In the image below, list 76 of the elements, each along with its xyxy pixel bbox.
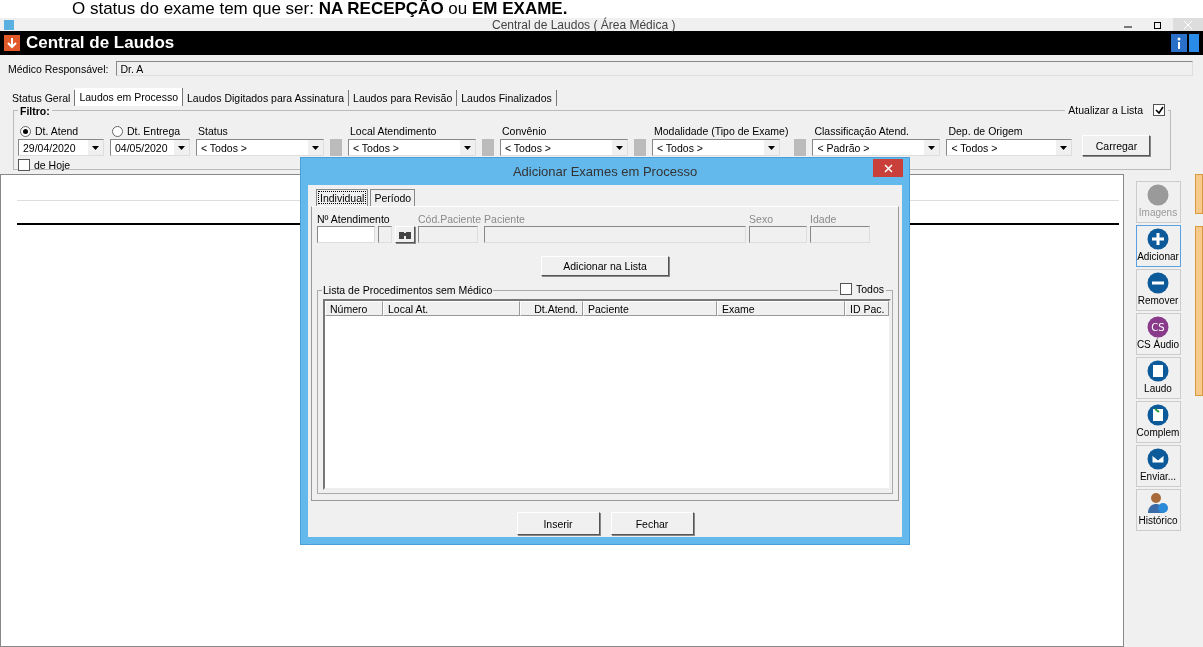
- combo-field[interactable]: < Padrão >: [812, 139, 941, 156]
- column-header[interactable]: Número: [325, 301, 383, 316]
- combo-field[interactable]: < Todos >: [196, 139, 324, 156]
- column-header[interactable]: Dt.Atend.: [520, 301, 583, 316]
- field-label: Sexo: [749, 213, 774, 225]
- all-label: Todos: [855, 283, 884, 295]
- document-icon: [1147, 360, 1169, 382]
- input-field[interactable]: [378, 226, 392, 243]
- load-button[interactable]: Carregar: [1082, 135, 1151, 156]
- toolbar-button[interactable]: Enviar...: [1135, 445, 1181, 487]
- add-to-list-button[interactable]: Adicionar na Lista: [541, 256, 669, 276]
- combo-label: Status: [197, 125, 229, 137]
- column-header[interactable]: ID Pac.: [845, 301, 890, 316]
- group-title: Lista de Procedimentos sem Médico: [322, 284, 494, 296]
- date-field[interactable]: 29/04/2020: [18, 139, 104, 156]
- radio-button[interactable]: [112, 125, 123, 137]
- close-icon: [1184, 20, 1192, 29]
- today-checkbox[interactable]: [18, 159, 30, 171]
- date-field[interactable]: 04/05/2020: [110, 139, 190, 156]
- combo-label: Local Atendimento: [349, 125, 438, 137]
- combo-label: Dep. de Origem: [947, 125, 1024, 137]
- app-header-title: Central de Laudos: [26, 33, 175, 53]
- combo-field[interactable]: < Todos >: [500, 139, 628, 156]
- tab[interactable]: Período: [370, 189, 416, 206]
- binoculars-icon: [399, 229, 411, 239]
- date-mode-label: Dt. Entrega: [127, 125, 181, 137]
- combo-label: Modalidade (Tipo de Exame): [653, 125, 789, 137]
- refresh-label: Atualizar a Lista: [1068, 104, 1143, 116]
- field-label: Nº Atendimento: [317, 213, 391, 225]
- tab[interactable]: Individual: [316, 189, 369, 206]
- plus-icon: [1147, 228, 1169, 250]
- column-header[interactable]: Local At.: [383, 301, 520, 316]
- input-field[interactable]: [317, 226, 375, 243]
- down-arrow-icon: [4, 35, 20, 51]
- dialog-button[interactable]: Inserir: [516, 512, 600, 535]
- combo-field[interactable]: < Todos >: [652, 139, 780, 156]
- all-checkbox[interactable]: [839, 283, 852, 295]
- date-mode-label: Dt. Atend: [35, 125, 79, 137]
- refresh-checkbox[interactable]: [1153, 104, 1165, 116]
- doctor-label: Médico Responsável:: [8, 62, 109, 75]
- column-header[interactable]: Exame: [717, 301, 845, 316]
- filter-legend: Filtro:: [18, 105, 52, 117]
- restore-icon: [1154, 20, 1162, 29]
- circle-icon: [1147, 184, 1169, 206]
- radio-dot-icon: [23, 128, 28, 134]
- toolbar-button[interactable]: Adicionar: [1135, 225, 1181, 267]
- combo-field[interactable]: < Todos >: [348, 139, 476, 156]
- minus-icon: [1147, 272, 1169, 294]
- user-info-icon: [1147, 492, 1169, 514]
- toolbar-button[interactable]: Complem: [1135, 401, 1181, 443]
- field-label: Idade: [810, 213, 838, 225]
- tab[interactable]: Laudos em Processo: [75, 88, 183, 106]
- combo-field[interactable]: < Todos >: [946, 139, 1073, 156]
- field-label: Paciente: [484, 213, 526, 225]
- radio-button[interactable]: [20, 125, 31, 137]
- dialog-button[interactable]: Fechar: [610, 512, 694, 535]
- window-title: Central de Laudos ( Área Médica ): [492, 17, 676, 32]
- field-label: Cód.Paciente: [418, 213, 482, 225]
- toolbar-button[interactable]: CS CS Áudio: [1135, 313, 1181, 355]
- today-label: de Hoje: [34, 159, 71, 171]
- app-icon: [4, 19, 14, 30]
- doctor-field[interactable]: Dr. A: [116, 61, 1193, 76]
- cs-icon: CS: [1147, 316, 1169, 338]
- checkmark-icon: [1154, 105, 1164, 115]
- toolbar-button[interactable]: Remover: [1135, 269, 1181, 311]
- combo-label: Convênio: [501, 125, 548, 137]
- search-button[interactable]: [395, 226, 415, 243]
- toolbar-button[interactable]: Histórico: [1135, 489, 1181, 531]
- combo-label: Classificação Atend.: [813, 125, 910, 137]
- info-icon[interactable]: [1171, 34, 1187, 52]
- close-icon: [883, 163, 893, 173]
- close-button[interactable]: [873, 159, 903, 177]
- envelope-icon: [1147, 448, 1169, 470]
- toolbar-button[interactable]: Laudo: [1135, 357, 1181, 399]
- column-header[interactable]: Paciente: [583, 301, 717, 316]
- dialog-title: Adicionar Exames em Processo: [512, 164, 698, 179]
